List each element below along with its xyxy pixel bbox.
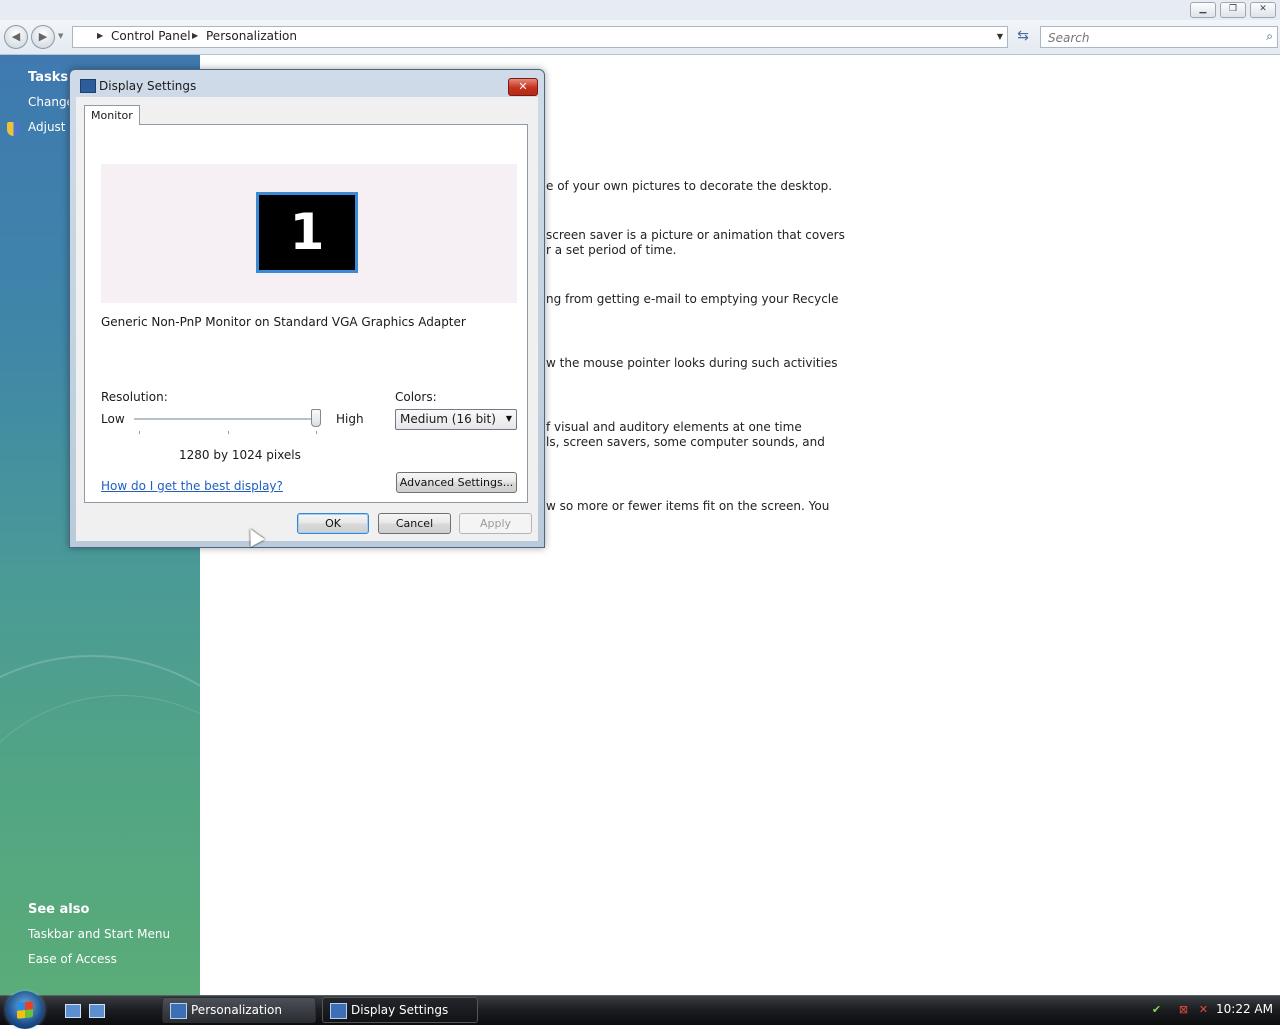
theme-description: f visual and auditory elements at one ti…	[546, 420, 802, 434]
close-window-button[interactable]: ✕	[1250, 2, 1276, 18]
slider-tick	[228, 431, 229, 434]
best-display-help-link[interactable]: How do I get the best display?	[101, 479, 283, 493]
recent-pages-dropdown[interactable]: ▼	[58, 32, 63, 40]
search-input[interactable]	[1046, 30, 1250, 46]
minimize-button[interactable]: ▁	[1190, 2, 1216, 18]
cancel-button[interactable]: Cancel	[378, 513, 451, 534]
slider-tick	[316, 431, 317, 434]
task-link-adjust[interactable]: Adjust f	[28, 120, 74, 134]
address-bar[interactable]: ▶ Control Panel ▶ Personalization ▼	[72, 26, 1008, 48]
display-settings-icon	[80, 79, 96, 93]
desktop-background-description: e of your own pictures to decorate the d…	[546, 179, 833, 193]
apply-button[interactable]: Apply	[459, 513, 532, 534]
monitor-number: 1	[259, 195, 355, 270]
window-titlebar: ▁ ❐ ✕	[0, 0, 1280, 20]
see-also-heading: See also	[28, 902, 90, 917]
resolution-high-label: High	[336, 412, 364, 426]
resolution-slider[interactable]	[134, 418, 320, 421]
advanced-settings-button[interactable]: Advanced Settings...	[396, 472, 517, 493]
see-also-taskbar-link[interactable]: Taskbar and Start Menu	[28, 927, 170, 941]
tasks-heading: Tasks	[28, 70, 69, 85]
see-also-ease-of-access-link[interactable]: Ease of Access	[28, 952, 117, 966]
personalization-icon	[170, 1003, 187, 1019]
restore-button[interactable]: ❐	[1220, 2, 1246, 18]
search-box[interactable]: ⌕	[1040, 26, 1278, 48]
dialog-close-button[interactable]: ✕	[508, 78, 538, 96]
dialog-body: Monitor 1 Generic Non-PnP Monitor on Sta…	[76, 97, 538, 541]
taskbar: Personalization Display Settings ✔ ⊠ ✕ 1…	[0, 991, 1280, 1029]
theme-description-2: ls, screen savers, some computer sounds,…	[546, 435, 825, 449]
network-check-icon[interactable]: ✔	[1150, 1003, 1163, 1016]
address-dropdown-icon[interactable]: ▼	[997, 32, 1003, 41]
monitor-1-tile[interactable]: 1	[256, 192, 358, 273]
colors-select[interactable]: Medium (16 bit) ▼	[395, 409, 517, 430]
volume-muted-icon[interactable]: ✕	[1197, 1003, 1210, 1016]
slider-tick	[139, 431, 140, 434]
breadcrumb-arrow-icon[interactable]: ▶	[192, 31, 198, 40]
address-toolbar: ◀ ▶ ▼ ▶ Control Panel ▶ Personalization …	[0, 20, 1280, 55]
chevron-down-icon: ▼	[505, 414, 512, 423]
decorative-swirl	[0, 695, 200, 995]
refresh-button[interactable]: ⇆	[1012, 26, 1034, 46]
display-settings-dialog: Display Settings ✕ Monitor 1 Generic Non…	[69, 69, 545, 548]
display-settings-description: w so more or fewer items fit on the scre…	[546, 499, 830, 513]
uac-shield-icon	[7, 122, 20, 136]
network-disconnected-icon[interactable]: ⊠	[1177, 1003, 1190, 1016]
forward-arrow-icon: ▶	[38, 30, 48, 43]
resolution-slider-thumb[interactable]	[311, 409, 321, 427]
breadcrumb-control-panel[interactable]: Control Panel	[111, 29, 191, 43]
back-arrow-icon: ◀	[11, 30, 21, 43]
screen-saver-description-2: r a set period of time.	[546, 243, 677, 257]
resolution-low-label: Low	[101, 412, 125, 426]
breadcrumb-personalization[interactable]: Personalization	[206, 29, 297, 43]
sounds-description: ng from getting e-mail to emptying your …	[546, 292, 839, 306]
monitor-tab-panel: 1 Generic Non-PnP Monitor on Standard VG…	[84, 124, 528, 503]
mouse-pointers-description: w the mouse pointer looks during such ac…	[546, 356, 838, 370]
search-icon[interactable]: ⌕	[1266, 29, 1273, 44]
forward-button[interactable]: ▶	[31, 25, 55, 49]
ok-button[interactable]: OK	[297, 513, 369, 534]
task-link-change[interactable]: Change	[28, 95, 74, 109]
taskbar-button-label: Personalization	[191, 1003, 282, 1017]
display-settings-icon	[330, 1003, 347, 1019]
monitor-arrangement-area: 1	[101, 164, 517, 303]
screen-saver-description: screen saver is a picture or animation t…	[546, 228, 845, 242]
tab-monitor[interactable]: Monitor	[84, 105, 140, 125]
taskbar-button-personalization[interactable]: Personalization	[162, 997, 316, 1023]
taskbar-button-label: Display Settings	[351, 1003, 449, 1017]
resolution-value: 1280 by 1024 pixels	[179, 448, 301, 462]
dialog-title: Display Settings	[99, 79, 197, 93]
colors-selected-value: Medium (16 bit)	[400, 412, 496, 426]
monitor-description: Generic Non-PnP Monitor on Standard VGA …	[101, 315, 466, 329]
switch-windows-icon[interactable]	[89, 1004, 105, 1018]
breadcrumb-arrow-icon[interactable]: ▶	[97, 31, 103, 40]
show-desktop-icon[interactable]	[65, 1004, 81, 1018]
start-button[interactable]	[6, 991, 44, 1029]
back-button[interactable]: ◀	[4, 25, 28, 49]
resolution-label: Resolution:	[101, 390, 168, 404]
colors-label: Colors:	[395, 390, 437, 404]
taskbar-clock[interactable]: 10:22 AM	[1216, 1002, 1273, 1016]
taskbar-button-display-settings[interactable]: Display Settings	[322, 997, 478, 1023]
